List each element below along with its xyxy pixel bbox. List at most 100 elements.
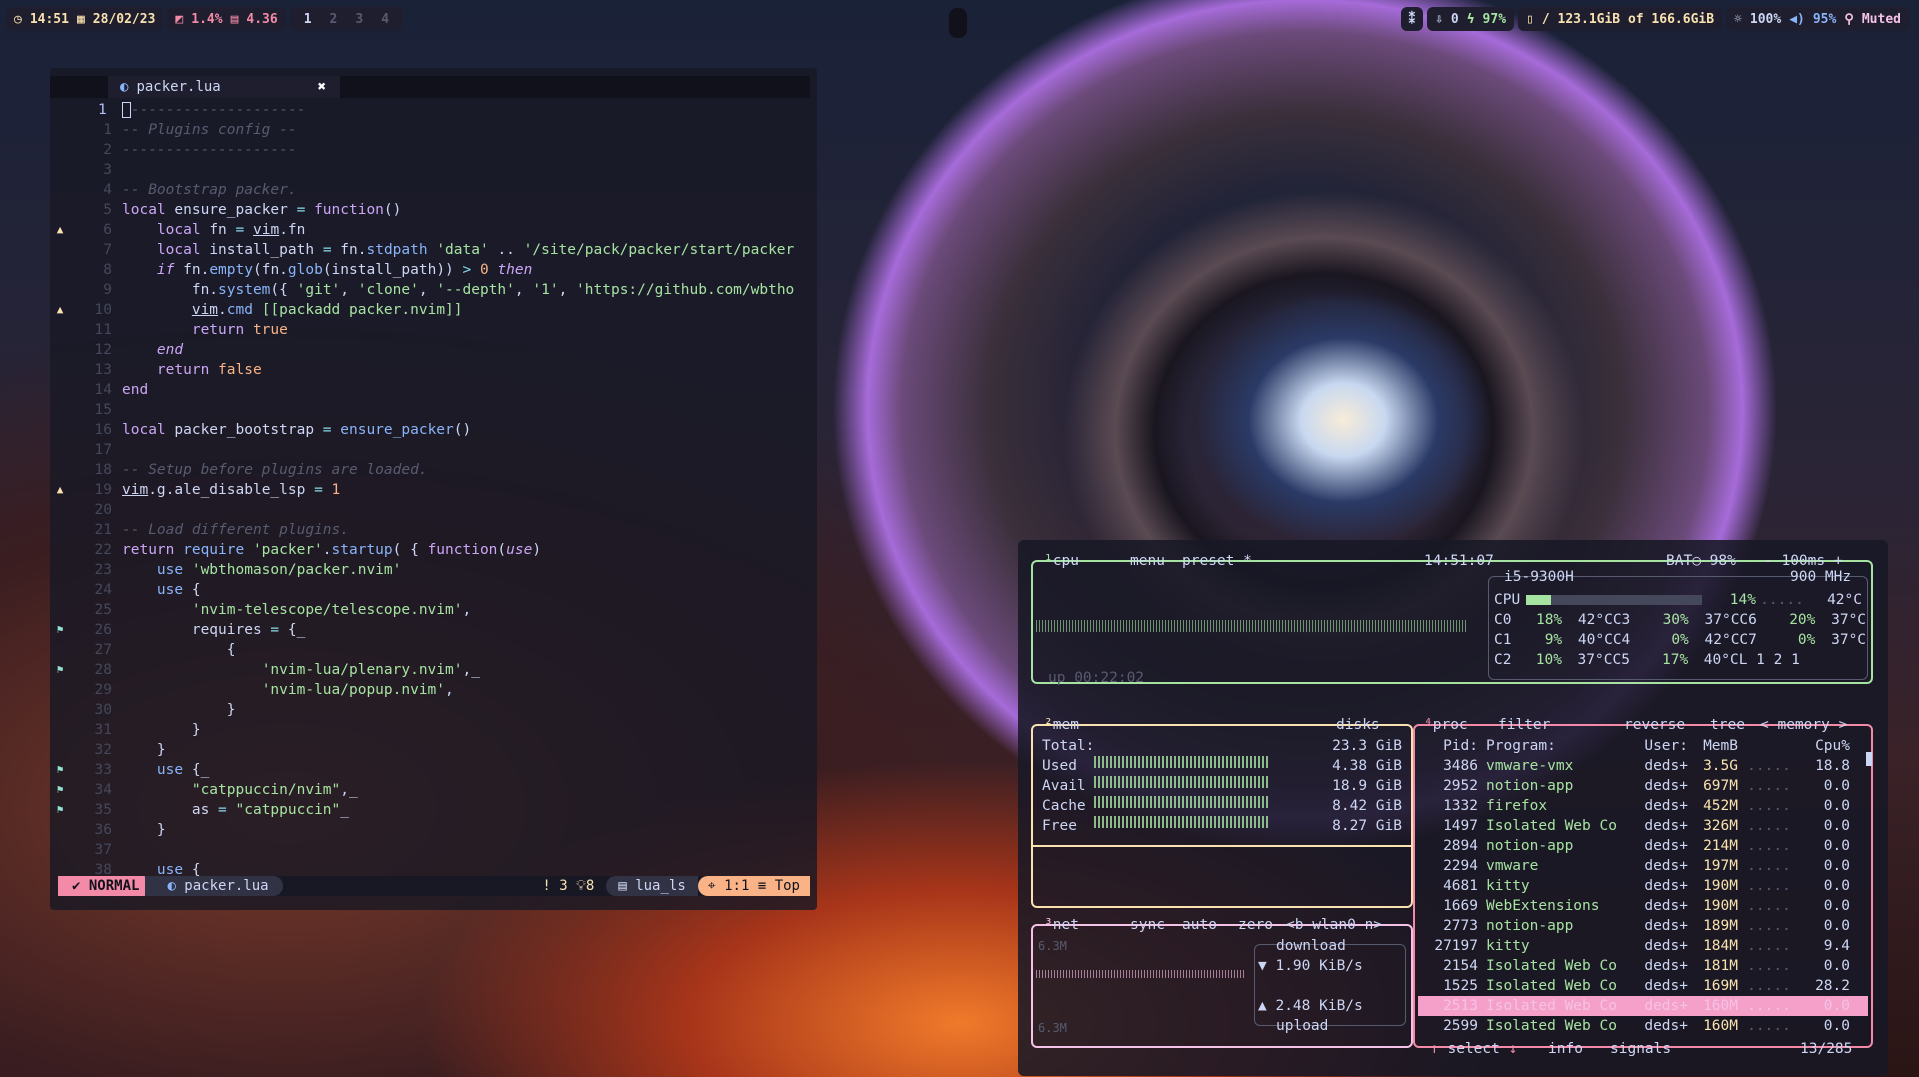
proc-sort[interactable]: < memory > (1758, 716, 1849, 734)
code-line[interactable]: 11 return true (50, 320, 817, 340)
cpu-preset[interactable]: preset * (1180, 552, 1254, 570)
status-widget[interactable]: ⇩ 0 ϟ 97% (1427, 7, 1515, 31)
code-line[interactable]: 13 return false (50, 360, 817, 380)
code-line[interactable]: 9 fn.system({ 'git', 'clone', '--depth',… (50, 280, 817, 300)
process-row[interactable]: 2513 Isolated Web Co deds+ 160M..... 0.0 (1418, 996, 1868, 1016)
code-line[interactable]: 8 if fn.empty(fn.glob(install_path)) > 0… (50, 260, 817, 280)
col-pid[interactable]: Pid: (1418, 736, 1478, 756)
process-row[interactable]: 1497 Isolated Web Co deds+ 326M..... 0.0 (1418, 816, 1868, 836)
process-row[interactable]: 3486 vmware-vmx deds+ 3.5G..... 18.8 (1418, 756, 1868, 776)
proc-scrollbar[interactable] (1866, 752, 1872, 766)
code-line[interactable]: 14 end (50, 380, 817, 400)
clock-widget[interactable]: ◷ 14:51 ▦ 28/02/23 (6, 7, 164, 31)
program: Isolated Web Co (1486, 1018, 1617, 1034)
sign-column (50, 260, 70, 280)
net-auto[interactable]: auto (1180, 916, 1219, 934)
col-cpu[interactable]: Cpu% (1738, 736, 1850, 756)
code-line[interactable]: ▲ 10 vim.cmd [[packadd packer.nvim]] (50, 300, 817, 320)
cpu-title[interactable]: cpu (1053, 553, 1079, 569)
code-line[interactable]: ⚑ 33 use {_ (50, 760, 817, 780)
col-program[interactable]: Program: (1478, 736, 1628, 756)
line-text: return false (156, 362, 262, 378)
code-line[interactable]: ⚑ 34 "catppuccin/nvim",_ (50, 780, 817, 800)
code-line[interactable]: 18 -- Setup before plugins are loaded. (50, 460, 817, 480)
code-line[interactable]: 4 -- Bootstrap packer. (50, 180, 817, 200)
col-mem[interactable]: MemB (1688, 736, 1738, 756)
proc-title[interactable]: proc (1433, 717, 1468, 733)
code-line[interactable]: 31 } (50, 720, 817, 740)
mem-title[interactable]: mem (1053, 717, 1079, 733)
code-line[interactable]: 36 } (50, 820, 817, 840)
neovim-window[interactable]: ◐ packer.lua ✖ 1 -------------------- 1 -- … (50, 68, 817, 910)
process-row[interactable]: 4681 kitty deds+ 190M..... 0.0 (1418, 876, 1868, 896)
code-line[interactable]: 15 (50, 400, 817, 420)
code-line[interactable]: 25 'nvim-telescope/telescope.nvim', (50, 600, 817, 620)
process-row[interactable]: 1525 Isolated Web Co deds+ 169M..... 28.2 (1418, 976, 1868, 996)
code-line[interactable]: 30 } (50, 700, 817, 720)
code-line[interactable]: 17 (50, 440, 817, 460)
tab-packer-lua[interactable]: ◐ packer.lua ✖ (108, 76, 340, 98)
process-row[interactable]: 2894 notion-app deds+ 214M..... 0.0 (1418, 836, 1868, 856)
core-temp: 42°C (1577, 612, 1613, 628)
col-user[interactable]: User: (1628, 736, 1688, 756)
workspace-3[interactable]: 3 (355, 12, 363, 27)
code-line[interactable]: 27 { (50, 640, 817, 660)
btop-window[interactable]: ¹cpu menu preset * 14:51:07 BAT○ 98% - 1… (1018, 540, 1888, 1076)
code-line[interactable]: 1 -- Plugins config -- (50, 120, 817, 140)
code-line[interactable]: 16 local packer_bootstrap = ensure_packer… (50, 420, 817, 440)
program: notion-app (1486, 778, 1574, 794)
code-line[interactable]: ▲ 19 vim.g.ale_disable_lsp = 1 (50, 480, 817, 500)
workspace-4[interactable]: 4 (381, 12, 389, 27)
code-line[interactable]: 20 (50, 500, 817, 520)
mem-bar (1094, 776, 1270, 788)
signals-label[interactable]: signals (1608, 1040, 1673, 1058)
process-row[interactable]: 2294 vmware deds+ 197M..... 0.0 (1418, 856, 1868, 876)
proc-footer-select[interactable]: ↑ select ↓ (1428, 1040, 1519, 1058)
code-area[interactable]: 1 -------------------- 1 -- Plugins config … (50, 100, 817, 880)
process-row[interactable]: 1669 WebExtensions deds+ 190M..... 0.0 (1418, 896, 1868, 916)
code-line[interactable]: 21 -- Load different plugins. (50, 520, 817, 540)
code-line[interactable]: ⚑ 26 requires = {_ (50, 620, 817, 640)
process-row[interactable]: 27197 kitty deds+ 184M..... 9.4 (1418, 936, 1868, 956)
workspace-1[interactable]: 1 (304, 12, 312, 27)
code-line[interactable]: 5 local ensure_packer = function() (50, 200, 817, 220)
code-line[interactable]: 29 'nvim-lua/popup.nvim', (50, 680, 817, 700)
cpu-menu[interactable]: menu (1128, 552, 1167, 570)
code-line[interactable]: 23 use 'wbthomason/packer.nvim' (50, 560, 817, 580)
process-row[interactable]: 1332 firefox deds+ 452M..... 0.0 (1418, 796, 1868, 816)
disks-title[interactable]: disks (1334, 716, 1382, 734)
net-title[interactable]: net (1053, 917, 1079, 933)
process-row[interactable]: 2952 notion-app deds+ 697M..... 0.0 (1418, 776, 1868, 796)
bluetooth-widget[interactable]: ⁑ (1400, 7, 1424, 31)
upload-row: ▲ 2.48 KiB/s (1258, 996, 1363, 1016)
code-line[interactable]: 22 return require 'packer'.startup( { fun… (50, 540, 817, 560)
process-row[interactable]: 2599 Isolated Web Co deds+ 160M..... 0.0 (1418, 1016, 1868, 1036)
close-icon[interactable]: ✖ (318, 79, 326, 95)
proc-filter[interactable]: filter (1496, 716, 1552, 734)
code-line[interactable]: 1 -------------------- (50, 100, 817, 120)
code-line[interactable]: 12 end (50, 340, 817, 360)
code-line[interactable]: 2 -------------------- (50, 140, 817, 160)
disk-widget[interactable]: ▯ / 123.1GiB of 166.6GiB (1518, 7, 1723, 31)
code-line[interactable]: 7 local install_path = fn.stdpath 'data'… (50, 240, 817, 260)
code-line[interactable]: 37 (50, 840, 817, 860)
net-zero[interactable]: zero (1236, 916, 1275, 934)
audio-widget[interactable]: ☼ 100% ◀) 95% ⚲ Muted (1726, 7, 1909, 31)
code-line[interactable]: 32 } (50, 740, 817, 760)
code-line[interactable]: ⚑ 35 as = "catppuccin"_ (50, 800, 817, 820)
info-label[interactable]: info (1546, 1040, 1585, 1058)
process-row[interactable]: 2773 notion-app deds+ 189M..... 0.0 (1418, 916, 1868, 936)
code-line[interactable]: ▲ 6 local fn = vim.fn (50, 220, 817, 240)
system-widget[interactable]: ◩ 1.4% ▤ 4.36 (167, 7, 286, 31)
proc-tree[interactable]: tree (1708, 716, 1747, 734)
code-line[interactable]: 24 use { (50, 580, 817, 600)
proc-reverse[interactable]: reverse (1622, 716, 1687, 734)
net-sync[interactable]: sync (1128, 916, 1167, 934)
core-label: C5 (1612, 652, 1630, 668)
process-row[interactable]: 2154 Isolated Web Co deds+ 181M..... 0.0 (1418, 956, 1868, 976)
code-line[interactable]: 3 (50, 160, 817, 180)
memory: 184M (1703, 938, 1738, 954)
code-line[interactable]: ⚑ 28 'nvim-lua/plenary.nvim',_ (50, 660, 817, 680)
workspace-2[interactable]: 2 (330, 12, 338, 27)
net-interface[interactable]: <b wlan0 n> (1284, 916, 1384, 934)
